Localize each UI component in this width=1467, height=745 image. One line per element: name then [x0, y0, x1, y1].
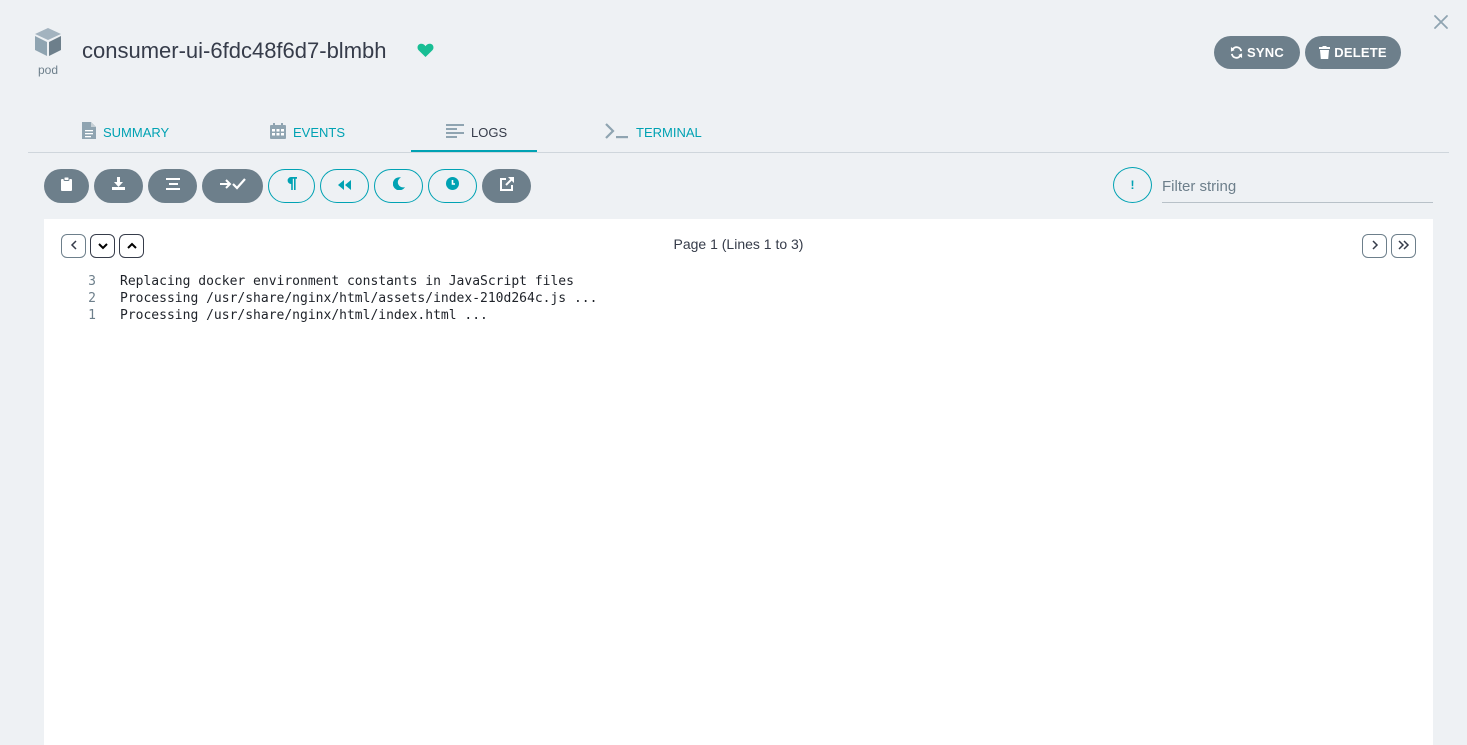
cube-icon — [33, 26, 63, 63]
log-viewer: Page 1 (Lines 1 to 3) 3 Replacing docker… — [44, 219, 1433, 745]
since-start-button[interactable] — [320, 169, 369, 203]
open-in-new-window-button[interactable] — [482, 169, 531, 203]
tab-summary-label: SUMMARY — [103, 124, 170, 140]
filter-input[interactable] — [1162, 170, 1433, 203]
log-line: 3 Replacing docker environment constants… — [44, 273, 1433, 290]
next-page-button[interactable] — [1362, 234, 1387, 258]
tab-summary[interactable]: SUMMARY — [82, 112, 169, 152]
active-tab-indicator — [411, 150, 537, 152]
close-icon[interactable] — [1431, 12, 1451, 32]
align-left-icon — [446, 123, 464, 141]
show-timestamps-button[interactable] — [428, 169, 477, 203]
line-text: Processing /usr/share/nginx/html/assets/… — [120, 291, 598, 306]
sync-label: SYNC — [1247, 45, 1284, 60]
sync-button[interactable]: SYNC — [1214, 36, 1300, 69]
double-chevron-right-icon — [1397, 237, 1410, 255]
clipboard-icon — [61, 176, 72, 196]
clock-icon — [446, 177, 459, 195]
tab-logs-label: LOGS — [471, 124, 508, 140]
delete-button[interactable]: DELETE — [1305, 36, 1401, 69]
document-icon — [82, 122, 96, 142]
download-icon — [112, 177, 125, 195]
tab-events[interactable]: EVENTS — [270, 112, 345, 152]
log-line: 2 Processing /usr/share/nginx/html/asset… — [44, 290, 1433, 307]
refresh-icon — [1230, 46, 1243, 59]
paragraph-icon — [287, 177, 297, 195]
resource-kind: pod — [28, 26, 68, 77]
tab-bar: SUMMARY EVENTS LOGS TERMINAL — [28, 112, 1449, 153]
line-number: 1 — [88, 308, 96, 323]
tab-terminal-label: TERMINAL — [636, 124, 702, 140]
dark-mode-button[interactable] — [374, 169, 423, 203]
log-line: 1 Processing /usr/share/nginx/html/index… — [44, 307, 1433, 324]
calendar-icon — [270, 122, 286, 142]
line-number: 3 — [88, 274, 96, 289]
arrow-check-icon — [219, 177, 246, 195]
tab-terminal[interactable]: TERMINAL — [605, 112, 702, 152]
heart-icon — [417, 43, 434, 63]
page-indicator: Page 1 (Lines 1 to 3) — [673, 236, 804, 252]
terminal-icon — [605, 122, 629, 142]
show-previous-button[interactable] — [268, 169, 315, 203]
external-link-icon — [499, 176, 514, 196]
copy-logs-button[interactable] — [44, 169, 89, 203]
trash-icon — [1319, 46, 1331, 59]
tab-events-label: EVENTS — [293, 124, 346, 140]
download-logs-button[interactable] — [94, 169, 143, 203]
page-title: consumer-ui-6fdc48f6d7-blmbh — [82, 38, 387, 63]
delete-label: DELETE — [1334, 45, 1387, 60]
backward-icon — [338, 177, 351, 195]
moon-icon — [392, 177, 405, 195]
last-page-button[interactable] — [1391, 234, 1416, 258]
tab-logs[interactable]: LOGS — [446, 112, 507, 152]
log-lines: 3 Replacing docker environment constants… — [44, 273, 1433, 324]
align-center-icon — [165, 177, 180, 195]
chevron-right-icon — [1371, 237, 1379, 255]
line-text: Processing /usr/share/nginx/html/index.h… — [120, 308, 488, 323]
follow-logs-button[interactable] — [202, 169, 263, 203]
kind-label: pod — [37, 63, 59, 77]
wrap-lines-button[interactable] — [148, 169, 197, 203]
line-number: 2 — [88, 291, 96, 306]
line-text: Replacing docker environment constants i… — [120, 274, 574, 289]
filter-mode-toggle[interactable]: ! — [1113, 167, 1152, 203]
